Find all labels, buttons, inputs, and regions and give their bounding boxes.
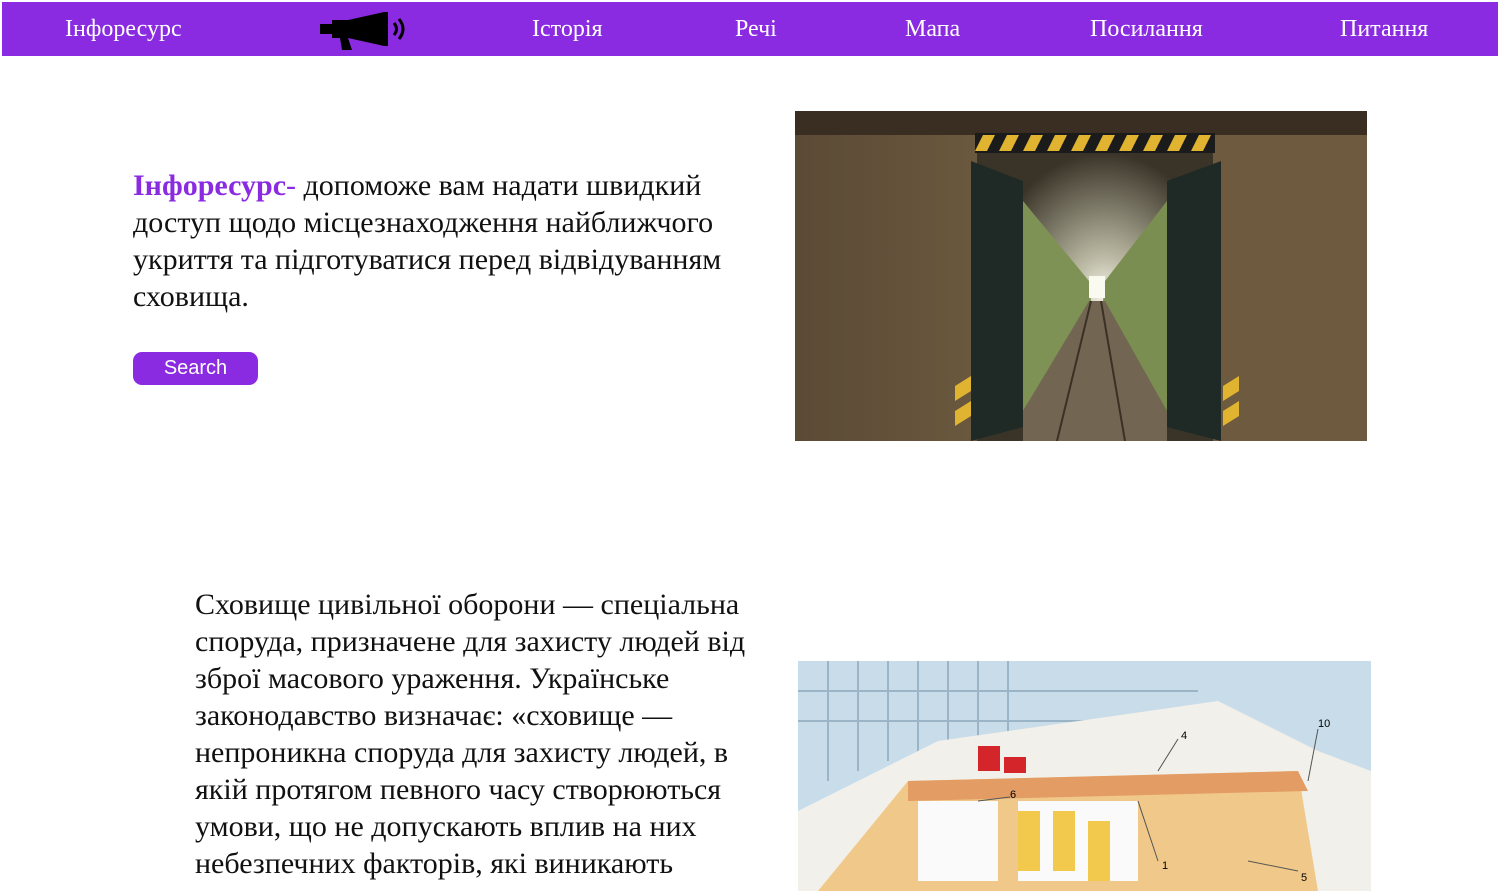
shelter-definition-text: Сховище цивільної оборони — спеціальна с…	[195, 588, 746, 880]
hero-brand-word: Інфоресурс	[133, 169, 287, 202]
plan-label-4: 4	[1181, 730, 1187, 742]
nav-brand-link[interactable]: Інфоресурс	[65, 15, 182, 43]
nav-links-link[interactable]: Посилання	[1090, 15, 1203, 43]
nav-questions-link[interactable]: Питання	[1340, 15, 1428, 43]
megaphone-icon[interactable]	[318, 10, 412, 52]
plan-label-1: 1	[1162, 860, 1168, 872]
nav-things-link[interactable]: Речі	[735, 15, 777, 43]
plan-label-5: 5	[1301, 872, 1307, 884]
plan-label-6: 6	[1010, 789, 1016, 801]
nav-map-link[interactable]: Мапа	[905, 15, 960, 43]
plan-label-10: 10	[1318, 718, 1330, 730]
shelter-plan-image: 1 4 5 6 10	[798, 661, 1371, 891]
nav-history-link[interactable]: Історія	[532, 15, 603, 43]
top-navbar: Інфоресурс Історія Речі Мапа Посилання П…	[2, 2, 1498, 56]
hero-description: Інфоресурс- допоможе вам надати швидкий …	[133, 167, 733, 315]
bunker-tunnel-image	[795, 111, 1367, 441]
search-button[interactable]: Search	[133, 352, 258, 385]
hero-brand-dash: -	[286, 169, 297, 202]
